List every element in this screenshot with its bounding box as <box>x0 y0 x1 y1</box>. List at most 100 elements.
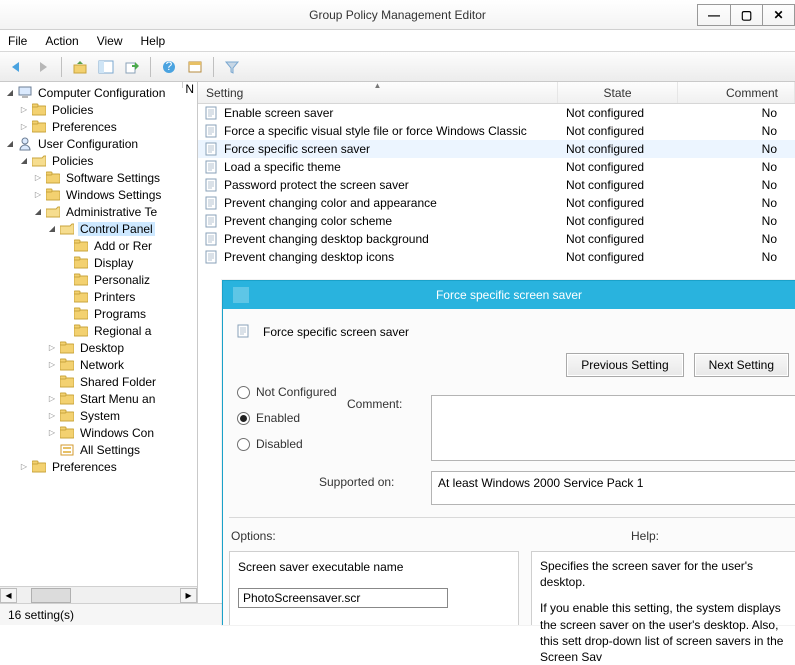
dialog-divider <box>229 517 795 518</box>
tree-uc-preferences[interactable]: Preferences <box>50 460 119 474</box>
properties-button[interactable] <box>184 56 206 78</box>
tree-cc-policies[interactable]: Policies <box>50 103 95 117</box>
tree-all-settings[interactable]: All Settings <box>78 443 142 457</box>
radio-not-configured-label: Not Configured <box>256 385 337 399</box>
folder-icon <box>59 341 75 355</box>
column-headers: Setting ▲ State Comment <box>198 82 795 104</box>
tree-printers[interactable]: Printers <box>92 290 137 304</box>
column-comment[interactable]: Comment <box>678 82 795 103</box>
help-label: Help: <box>631 529 659 543</box>
tree-twisty[interactable] <box>4 87 16 98</box>
tree-windows-components[interactable]: Windows Con <box>78 426 156 440</box>
tree-display[interactable]: Display <box>92 256 135 270</box>
tree-twisty[interactable] <box>46 342 58 353</box>
tree-twisty[interactable] <box>46 410 58 421</box>
up-button[interactable] <box>69 56 91 78</box>
tree-desktop[interactable]: Desktop <box>78 341 126 355</box>
tree-twisty[interactable] <box>46 223 58 234</box>
folder-open-icon <box>59 222 75 236</box>
menu-view[interactable]: View <box>97 34 123 48</box>
settings-row[interactable]: Load a specific themeNot configuredNo <box>198 158 795 176</box>
previous-setting-button[interactable]: Previous Setting <box>566 353 683 377</box>
setting-doc-icon <box>204 214 220 228</box>
scroll-thumb[interactable] <box>31 588 71 603</box>
tree-twisty[interactable] <box>18 461 30 472</box>
settings-row[interactable]: Force a specific visual style file or fo… <box>198 122 795 140</box>
setting-doc-icon <box>204 124 220 138</box>
settings-row[interactable]: Password protect the screen saverNot con… <box>198 176 795 194</box>
tree-twisty[interactable] <box>18 121 30 132</box>
settings-row[interactable]: Prevent changing color schemeNot configu… <box>198 212 795 230</box>
tree-software-settings[interactable]: Software Settings <box>64 171 162 185</box>
tree-twisty[interactable] <box>4 138 16 149</box>
tree-personalization[interactable]: Personaliz <box>92 273 152 287</box>
tree-uc-policies[interactable]: Policies <box>50 154 95 168</box>
tree-shared-folders[interactable]: Shared Folder <box>78 375 158 389</box>
setting-comment: No <box>678 160 795 174</box>
tree-twisty[interactable] <box>18 155 30 166</box>
back-button[interactable] <box>6 56 28 78</box>
tree-regional[interactable]: Regional a <box>92 324 153 338</box>
tree-system[interactable]: System <box>78 409 122 423</box>
tree-twisty[interactable] <box>32 206 44 217</box>
setting-state: Not configured <box>558 142 678 156</box>
folder-icon <box>73 273 89 287</box>
menu-file[interactable]: File <box>8 34 27 48</box>
toolbar-separator <box>150 57 151 77</box>
tree-add-remove[interactable]: Add or Rer <box>92 239 154 253</box>
radio-disabled[interactable] <box>237 438 250 451</box>
settings-row[interactable]: Enable screen saverNot configuredNo <box>198 104 795 122</box>
setting-doc-icon <box>204 142 220 156</box>
help-button[interactable]: ? <box>158 56 180 78</box>
tree-twisty[interactable] <box>32 189 44 200</box>
column-setting[interactable]: Setting ▲ <box>198 82 558 103</box>
filter-button[interactable] <box>221 56 243 78</box>
window-title: Group Policy Management Editor <box>0 8 795 22</box>
export-button[interactable] <box>121 56 143 78</box>
tree-network[interactable]: Network <box>78 358 126 372</box>
tree-twisty[interactable] <box>18 104 30 115</box>
tree-scroll[interactable]: N Computer Configuration Policies Prefer… <box>0 82 197 586</box>
tree-start-menu[interactable]: Start Menu an <box>78 392 157 406</box>
settings-rows: Enable screen saverNot configuredNoForce… <box>198 104 795 266</box>
scroll-left-button[interactable]: ◂ <box>0 588 17 603</box>
show-hide-tree-button[interactable] <box>95 56 117 78</box>
tree-horizontal-scrollbar[interactable]: ◂ ▸ <box>0 586 197 603</box>
tree-programs[interactable]: Programs <box>92 307 148 321</box>
tree-cc-preferences[interactable]: Preferences <box>50 120 119 134</box>
tree-twisty[interactable] <box>46 393 58 404</box>
radio-disabled-label: Disabled <box>256 437 303 451</box>
folder-icon <box>59 358 75 372</box>
tree-column-marker: N <box>182 82 183 88</box>
tree-twisty[interactable] <box>46 359 58 370</box>
next-setting-button[interactable]: Next Setting <box>694 353 789 377</box>
settings-row[interactable]: Force specific screen saverNot configure… <box>198 140 795 158</box>
radio-not-configured[interactable] <box>237 386 250 399</box>
settings-row[interactable]: Prevent changing color and appearanceNot… <box>198 194 795 212</box>
scroll-right-button[interactable]: ▸ <box>180 588 197 603</box>
tree-user-configuration[interactable]: User Configuration <box>36 137 140 151</box>
tree-admin-templates[interactable]: Administrative Te <box>64 205 159 219</box>
tree-windows-settings[interactable]: Windows Settings <box>64 188 163 202</box>
sort-indicator-icon: ▲ <box>374 82 382 90</box>
tree-twisty[interactable] <box>32 172 44 183</box>
menu-action[interactable]: Action <box>45 34 78 48</box>
setting-state: Not configured <box>558 214 678 228</box>
menu-help[interactable]: Help <box>141 34 166 48</box>
dialog-body: Force specific screen saver Previous Set… <box>223 309 795 625</box>
column-state-label: State <box>603 86 631 100</box>
settings-row[interactable]: Prevent changing desktop backgroundNot c… <box>198 230 795 248</box>
comment-textarea[interactable] <box>431 395 795 461</box>
setting-dialog: Force specific screen saver Force specif… <box>222 280 795 625</box>
radio-enabled[interactable] <box>237 412 250 425</box>
forward-button[interactable] <box>32 56 54 78</box>
status-text: 16 setting(s) <box>8 608 74 622</box>
settings-row[interactable]: Prevent changing desktop iconsNot config… <box>198 248 795 266</box>
menu-bar: File Action View Help <box>0 30 795 52</box>
tree-computer-configuration[interactable]: Computer Configuration <box>36 86 167 100</box>
column-state[interactable]: State <box>558 82 678 103</box>
tree-twisty[interactable] <box>46 427 58 438</box>
tree-control-panel[interactable]: Control Panel <box>78 222 155 236</box>
executable-name-input[interactable] <box>238 588 448 608</box>
setting-name: Password protect the screen saver <box>224 178 409 192</box>
